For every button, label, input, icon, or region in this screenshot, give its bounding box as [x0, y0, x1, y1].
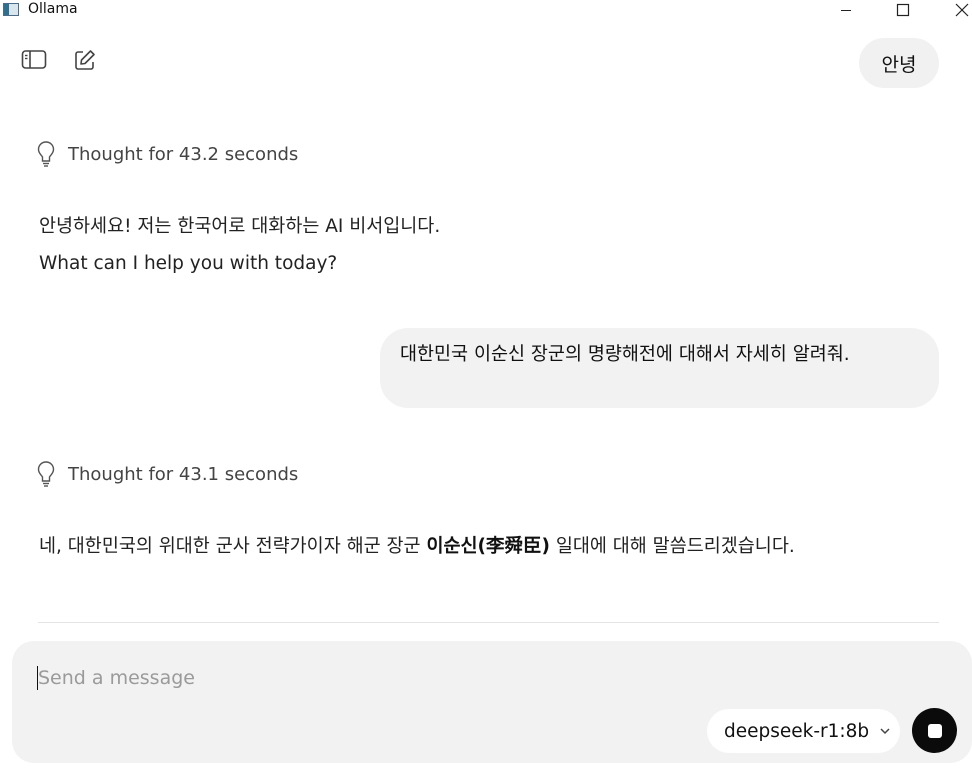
chevron-down-icon: [879, 726, 891, 736]
text-caret: [37, 666, 38, 690]
assistant-message-line: 안녕하세요! 저는 한국어로 대화하는 AI 비서입니다.: [39, 216, 441, 237]
model-selector[interactable]: deepseek-r1:8b: [707, 709, 900, 753]
sidebar-toggle-icon: [21, 50, 47, 69]
message-text: 일대에 대해 말씀드리겠습니다.: [549, 536, 795, 557]
title-bar: Ollama: [0, 0, 972, 20]
sidebar-toggle-button[interactable]: [20, 46, 48, 74]
window-title: Ollama: [28, 1, 78, 17]
thought-duration: Thought for 43.1 seconds: [68, 463, 299, 485]
app-icon: [3, 3, 19, 16]
lightbulb-icon: [37, 140, 55, 168]
message-composer: deepseek-r1:8b: [12, 641, 972, 763]
stop-button[interactable]: [912, 708, 957, 753]
close-icon: [955, 3, 969, 17]
maximize-icon: [896, 3, 910, 17]
lightbulb-icon: [37, 460, 55, 488]
user-message-bubble: 대한민국 이순신 장군의 명량해전에 대해서 자세히 알려줘.: [380, 328, 939, 408]
assistant-message-line: What can I help you with today?: [39, 253, 338, 274]
thought-toggle[interactable]: Thought for 43.2 seconds: [37, 139, 298, 169]
close-button[interactable]: [942, 0, 972, 20]
assistant-message-line: 네, 대한민국의 위대한 군사 전략가이자 해군 장군 이순신(李舜臣) 일대에…: [39, 528, 795, 565]
new-chat-button[interactable]: [71, 46, 99, 74]
greeting-chip[interactable]: 안녕: [859, 38, 939, 88]
divider: [38, 622, 939, 623]
model-name: deepseek-r1:8b: [724, 720, 870, 742]
ollama-window: Ollama 안녕 Thought for 43.2 seconds 안녕하세요…: [0, 0, 972, 770]
message-text: 네, 대한민국의 위대한 군사 전략가이자 해군 장군: [39, 536, 427, 557]
minimize-button[interactable]: [826, 0, 866, 20]
bold-name: 이순신(李舜臣): [426, 536, 550, 557]
message-input[interactable]: [38, 663, 738, 693]
thought-toggle[interactable]: Thought for 43.1 seconds: [37, 459, 298, 489]
minimize-icon: [841, 10, 851, 11]
maximize-button[interactable]: [883, 0, 923, 20]
thought-duration: Thought for 43.2 seconds: [68, 143, 299, 165]
new-chat-icon: [75, 50, 95, 70]
stop-icon: [927, 723, 942, 738]
